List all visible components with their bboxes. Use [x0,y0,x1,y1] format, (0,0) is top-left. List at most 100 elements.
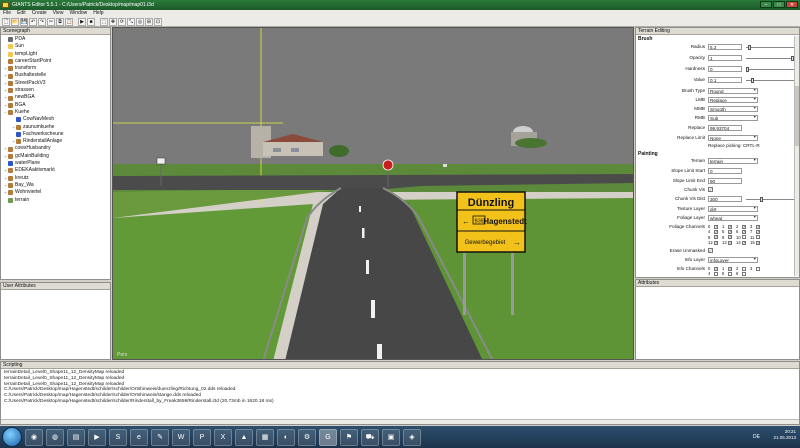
replace-limit-select[interactable]: None [708,135,758,141]
scripting-scrollbar[interactable] [1,419,799,424]
chrome-taskbar-icon[interactable]: ◉ [25,428,43,446]
scenegraph-node[interactable]: PDA [3,36,110,43]
toolbar-button-9[interactable]: ■ [87,18,95,26]
chunk-vis-checkbox[interactable]: ✓ [708,187,713,192]
channel-checkbox[interactable]: ✓ [714,229,718,234]
scenegraph-node[interactable]: + EDEKAaktivmarkt [3,167,110,174]
value-slider[interactable] [746,78,794,83]
erase-unmasked-checkbox[interactable]: ✓ [708,248,713,253]
scenegraph-node[interactable]: tempLight [3,51,110,58]
channel-checkbox[interactable]: ✓ [728,235,732,240]
hardness-slider[interactable] [746,67,794,72]
rmb-select[interactable]: Sub [708,115,758,121]
scenegraph-node[interactable]: + zaunumkuehe [3,124,110,131]
tray-language[interactable]: DE [753,434,760,440]
scenegraph-node[interactable]: + BGA [3,102,110,109]
channel-checkbox[interactable]: ✓ [714,266,718,271]
paint-taskbar-icon[interactable]: ✎ [151,428,169,446]
scenegraph-node[interactable]: + strassen [3,87,110,94]
scenegraph-node[interactable]: + kreutz [3,175,110,182]
toolbar-button-1[interactable]: 📂 [11,18,19,26]
word-taskbar-icon[interactable]: W [172,428,190,446]
menu-file[interactable]: File [3,10,11,17]
scenegraph-node[interactable]: + Bay_Wa [3,182,110,189]
value-field[interactable]: 0.1 [708,77,742,83]
channel-checkbox[interactable] [756,266,760,271]
scenegraph-node[interactable]: + StreetPackV3 [3,80,110,87]
channel-checkbox[interactable]: ✓ [742,229,746,234]
toolbar-button-15[interactable]: ⊞ [145,18,153,26]
channel-checkbox[interactable]: ✓ [756,229,760,234]
misc-taskbar-icon[interactable]: ◈ [403,428,421,446]
channel-checkbox[interactable]: ✓ [728,229,732,234]
channel-checkbox[interactable]: ✓ [756,240,760,245]
gimp-taskbar-icon[interactable]: ◐ [277,428,295,446]
scenegraph-node[interactable]: terrain [3,197,110,204]
channel-checkbox[interactable] [728,271,732,276]
mmb-select[interactable]: Smooth [708,106,758,112]
ps-taskbar-icon[interactable]: P [193,428,211,446]
chunk-vis-dist-slider-knob[interactable] [759,197,763,202]
radius-slider[interactable] [746,45,794,50]
channel-checkbox[interactable]: ✓ [728,224,732,229]
ie-taskbar-icon[interactable]: e [130,428,148,446]
channel-checkbox[interactable]: ✓ [728,266,732,271]
lmb-select[interactable]: Replace [708,97,758,103]
scenegraph-node[interactable]: Fachwerkscheune [3,131,110,138]
radius-slider-knob[interactable] [748,45,752,50]
opacity-field[interactable]: 1 [708,55,742,61]
scenegraph-node[interactable]: + Wohnviertel [3,189,110,196]
media-taskbar-icon[interactable]: ▶ [88,428,106,446]
scenegraph-node[interactable]: + newBGA [3,94,110,101]
hardness-field[interactable]: 0 [708,66,742,72]
channel-checkbox[interactable] [742,235,746,240]
toolbar-button-7[interactable]: 📋 [65,18,73,26]
toolbar-button-2[interactable]: 💾 [20,18,28,26]
channel-checkbox[interactable]: ✓ [742,224,746,229]
chunk-vis-dist-slider[interactable] [746,197,794,202]
replace-field[interactable]: 99.93704 [708,125,742,131]
channel-checkbox[interactable] [756,235,760,240]
vlc-taskbar-icon[interactable]: ▲ [235,428,253,446]
start-button[interactable] [2,427,22,447]
info-layer-select[interactable]: infoLayer [708,257,758,263]
channel-checkbox[interactable]: ✓ [714,235,718,240]
menu-help[interactable]: Help [93,10,103,17]
farm-taskbar-icon[interactable]: ▣ [382,428,400,446]
winrar-taskbar-icon[interactable]: ▦ [256,428,274,446]
scenegraph-node[interactable]: + gcMainBuilding [3,153,110,160]
title-bar[interactable]: GIANTS Editor 5.5.1 - C:/Users/Patrick/D… [0,0,800,10]
toolbar-button-0[interactable]: 🗋 [2,18,10,26]
3d-viewport[interactable]: Dünzling ← B36 Hagenstedt Gewerbegebiet … [112,27,634,360]
excel-taskbar-icon[interactable]: X [214,428,232,446]
slope-limit-end-field[interactable]: 90 [708,178,742,184]
hardness-slider-knob[interactable] [746,67,749,72]
menu-view[interactable]: View [53,10,64,17]
toolbar-button-5[interactable]: ✂ [47,18,55,26]
toolbar-button-8[interactable]: ▶ [78,18,86,26]
giants-taskbar-icon[interactable]: G [319,428,337,446]
slope-limit-start-field[interactable]: 0 [708,168,742,174]
toolbar-button-16[interactable]: ⊡ [154,18,162,26]
minimize-button[interactable]: – [760,1,772,8]
toolbar-button-11[interactable]: ✥ [109,18,117,26]
terrain-select[interactable]: terrain [708,158,758,164]
scenegraph-node[interactable]: CowNavMesh [3,116,110,123]
channel-checkbox[interactable]: ✓ [714,224,718,229]
brush-type-select[interactable]: Round [708,88,758,94]
firefox-taskbar-icon[interactable]: ◍ [46,428,64,446]
channel-checkbox[interactable] [714,271,718,276]
channel-checkbox[interactable]: ✓ [728,240,732,245]
opacity-slider-knob[interactable] [791,56,794,61]
tractor-taskbar-icon[interactable]: ⛟ [361,428,379,446]
foliage-layer-select[interactable]: wheat [708,215,758,221]
toolbar-button-14[interactable]: ◎ [136,18,144,26]
channel-checkbox[interactable]: ✓ [756,224,760,229]
toolbar-button-13[interactable]: ⤡ [127,18,135,26]
toolbar-button-12[interactable]: ⟳ [118,18,126,26]
channel-checkbox[interactable] [742,271,746,276]
scenegraph-node[interactable]: waterPlane [3,160,110,167]
scenegraph-node[interactable]: − Kuehe [3,109,110,116]
value-slider-knob[interactable] [750,78,754,83]
game-taskbar-icon[interactable]: ⚑ [340,428,358,446]
